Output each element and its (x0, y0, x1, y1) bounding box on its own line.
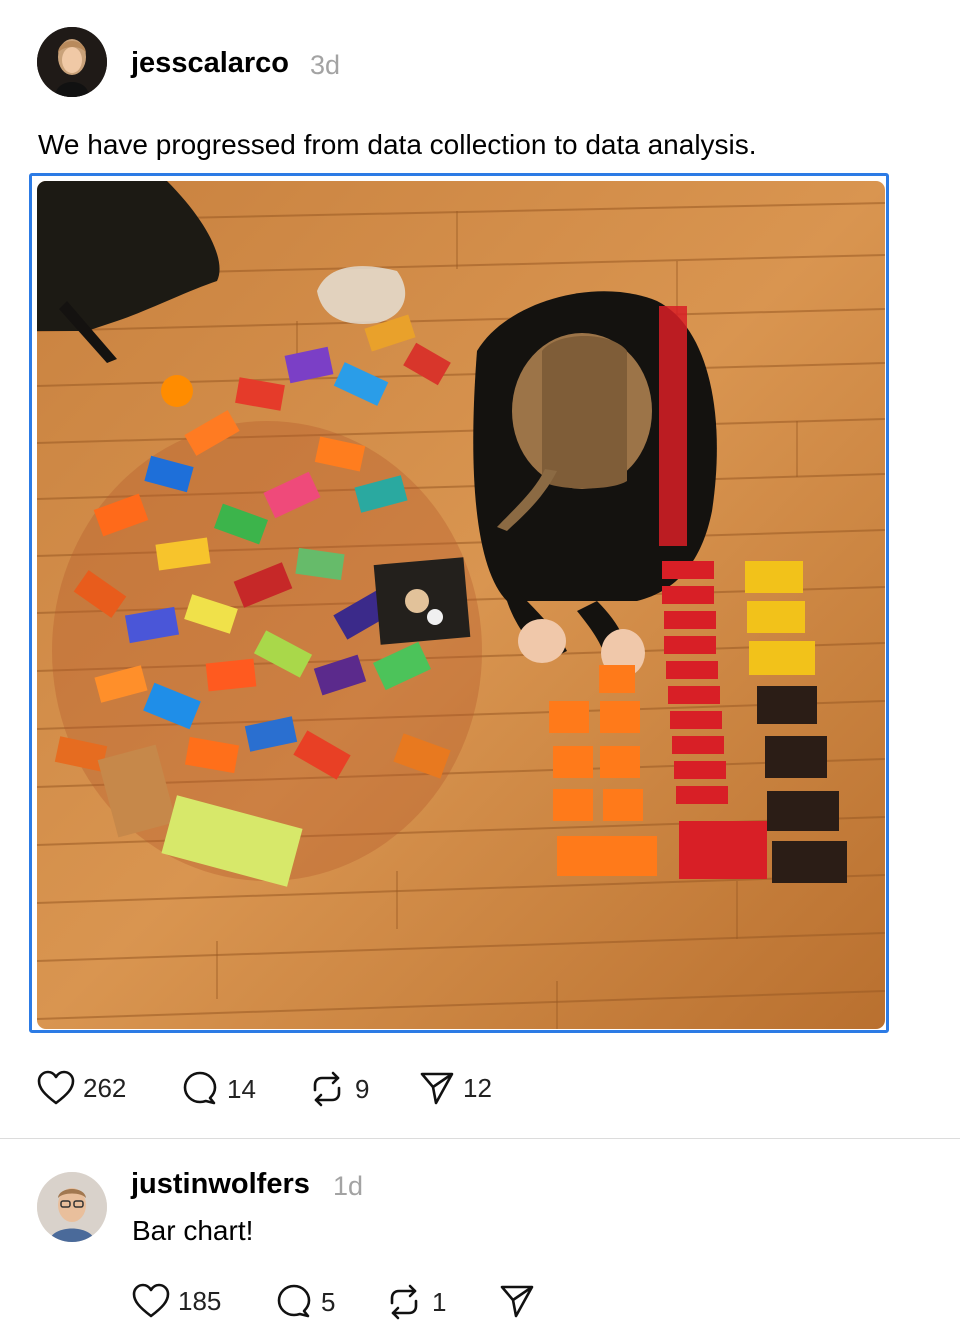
send-icon (420, 1072, 454, 1105)
comment-icon (277, 1284, 311, 1318)
comment-icon (183, 1071, 217, 1105)
reply-author-avatar-image (37, 1172, 107, 1242)
repost-count: 9 (355, 1073, 370, 1104)
reply-reply-count: 5 (321, 1286, 336, 1317)
share-button[interactable]: 12 (419, 1070, 492, 1106)
send-icon (500, 1285, 534, 1318)
reply-reply-button[interactable]: 5 (275, 1283, 335, 1321)
post-photo[interactable] (37, 181, 885, 1029)
heart-icon (37, 1070, 75, 1105)
reply-text: Bar chart! (132, 1215, 254, 1246)
reply-author-username[interactable]: justinwolfers (131, 1168, 310, 1201)
post-timestamp: 3d (310, 50, 341, 80)
reply-author-avatar[interactable] (37, 1172, 107, 1242)
share-count: 12 (463, 1072, 492, 1103)
post-action-bar: 262 14 9 12 (37, 1070, 557, 1108)
reply-share-button[interactable] (499, 1283, 535, 1319)
repost-button[interactable]: 9 (307, 1070, 369, 1108)
reply-button[interactable]: 14 (181, 1070, 256, 1108)
repost-icon (313, 1071, 341, 1107)
candy-sorting-photo (37, 181, 885, 1029)
like-count: 262 (83, 1072, 127, 1103)
reply-like-count: 185 (178, 1285, 222, 1316)
repost-icon (390, 1284, 418, 1320)
author-username[interactable]: jesscalarco (131, 47, 289, 80)
reply-repost-count: 1 (432, 1286, 447, 1317)
reply-action-bar: 185 5 1 (132, 1283, 552, 1321)
reply-like-button[interactable]: 185 (132, 1283, 221, 1319)
author-avatar-image (37, 27, 107, 97)
author-avatar[interactable] (37, 27, 107, 97)
heart-icon (132, 1283, 170, 1318)
reply-repost-button[interactable]: 1 (384, 1283, 446, 1321)
reply-count: 14 (227, 1073, 256, 1104)
post-text: We have progressed from data collection … (38, 129, 757, 160)
like-button[interactable]: 262 (37, 1070, 126, 1106)
thread-divider (0, 1138, 960, 1139)
reply-timestamp: 1d (333, 1171, 364, 1201)
